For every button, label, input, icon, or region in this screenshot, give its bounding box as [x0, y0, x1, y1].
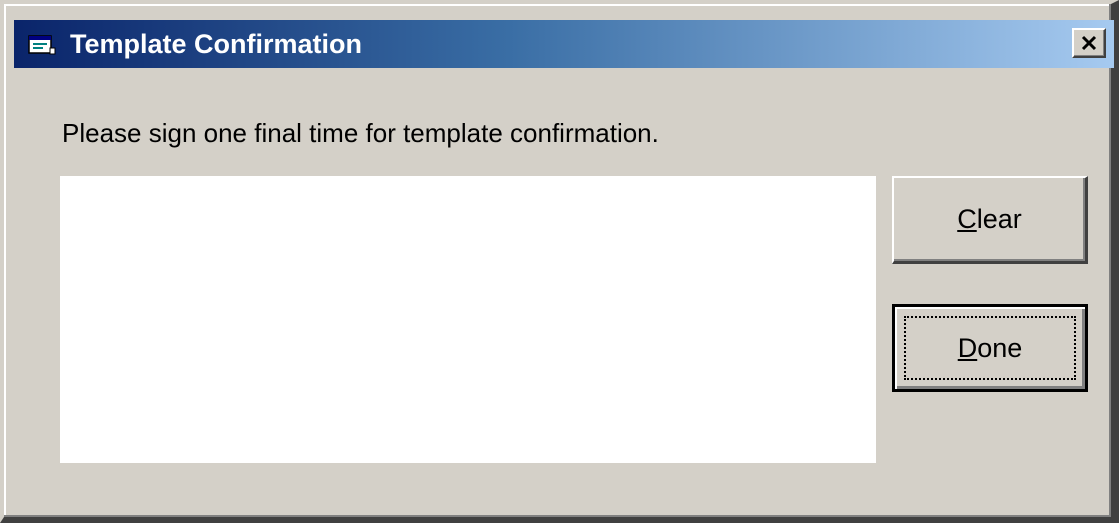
window-app-icon — [28, 34, 56, 56]
close-icon — [1081, 35, 1097, 51]
done-button[interactable]: Done — [892, 304, 1088, 392]
clear-button-label: Clear — [957, 204, 1022, 234]
clear-button[interactable]: Clear — [892, 176, 1088, 264]
window-title: Template Confirmation — [70, 29, 363, 59]
dialog-window: Template Confirmation Please sign one fi… — [0, 0, 1119, 523]
signature-pad[interactable] — [60, 176, 876, 463]
title-bar[interactable]: Template Confirmation — [14, 20, 1114, 68]
close-button[interactable] — [1072, 28, 1106, 58]
instruction-text: Please sign one final time for template … — [62, 118, 659, 148]
done-button-label: Done — [957, 332, 1023, 363]
